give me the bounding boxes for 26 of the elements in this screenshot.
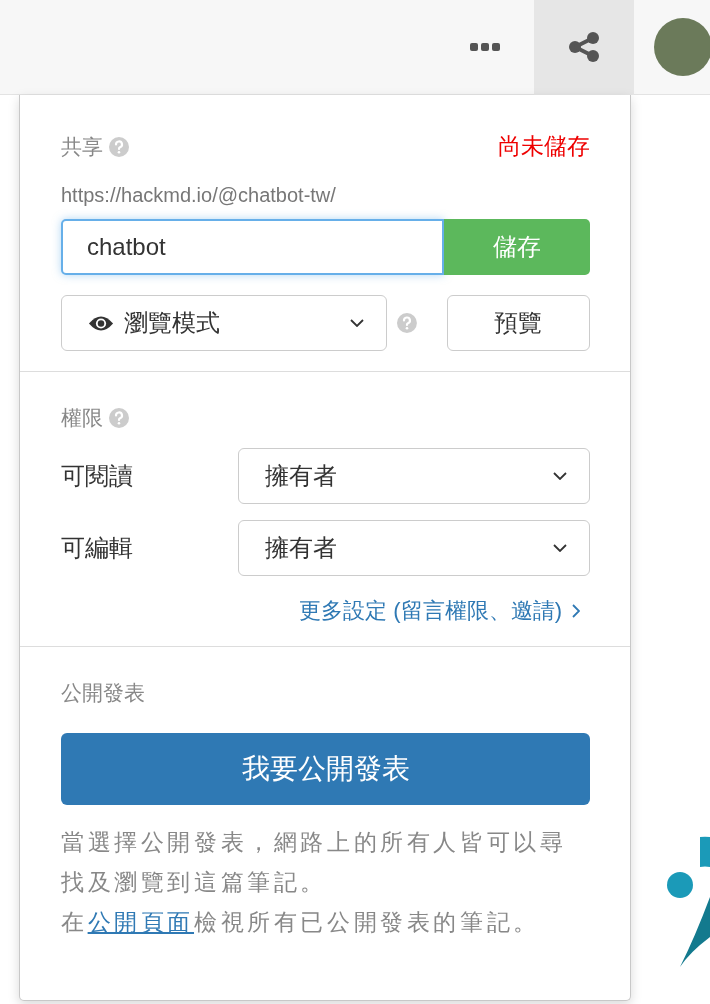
unsaved-status: 尚未儲存 — [498, 132, 590, 161]
permission-select[interactable]: 擁有者 — [238, 520, 590, 576]
mode-select[interactable]: 瀏覽模式 — [61, 295, 387, 351]
caret-icon — [349, 319, 364, 327]
publish-note: 當選擇公開發表，網路上的所有人皆可以尋找及瀏覽到這篇筆記。 — [61, 829, 568, 897]
caret-icon — [553, 472, 567, 480]
public-page-link[interactable]: 公開頁面 — [87, 910, 194, 935]
publish-button[interactable]: 我要公開發表 — [61, 733, 590, 805]
publish-note: 在 公開頁面 檢視所有已公開發表的筆記。 — [61, 909, 541, 937]
section-title: 共享 — [61, 133, 103, 160]
chevron-icon[interactable] — [572, 604, 580, 618]
section-title: 公開發表 — [61, 680, 146, 706]
section-title: 權限 — [61, 405, 103, 431]
slug-field[interactable]: chatbot — [61, 219, 444, 275]
url-prefix: https://hackmd.io/@chatbot-tw/ — [61, 184, 337, 207]
eye-icon — [88, 314, 114, 332]
avatar-icon[interactable] — [654, 18, 710, 76]
permission-select[interactable]: 擁有者 — [238, 448, 590, 504]
permission-label: 可編輯 — [61, 533, 134, 563]
share-button[interactable] — [534, 0, 634, 95]
permission-label: 可閱讀 — [61, 461, 134, 491]
share-icon — [568, 31, 600, 63]
caret-icon — [553, 544, 567, 552]
preview-button[interactable]: 預覽 — [446, 295, 590, 351]
more-settings-link[interactable]: 更多設定 (留言權限、邀請) — [299, 596, 562, 626]
more-icon[interactable] — [470, 42, 500, 52]
